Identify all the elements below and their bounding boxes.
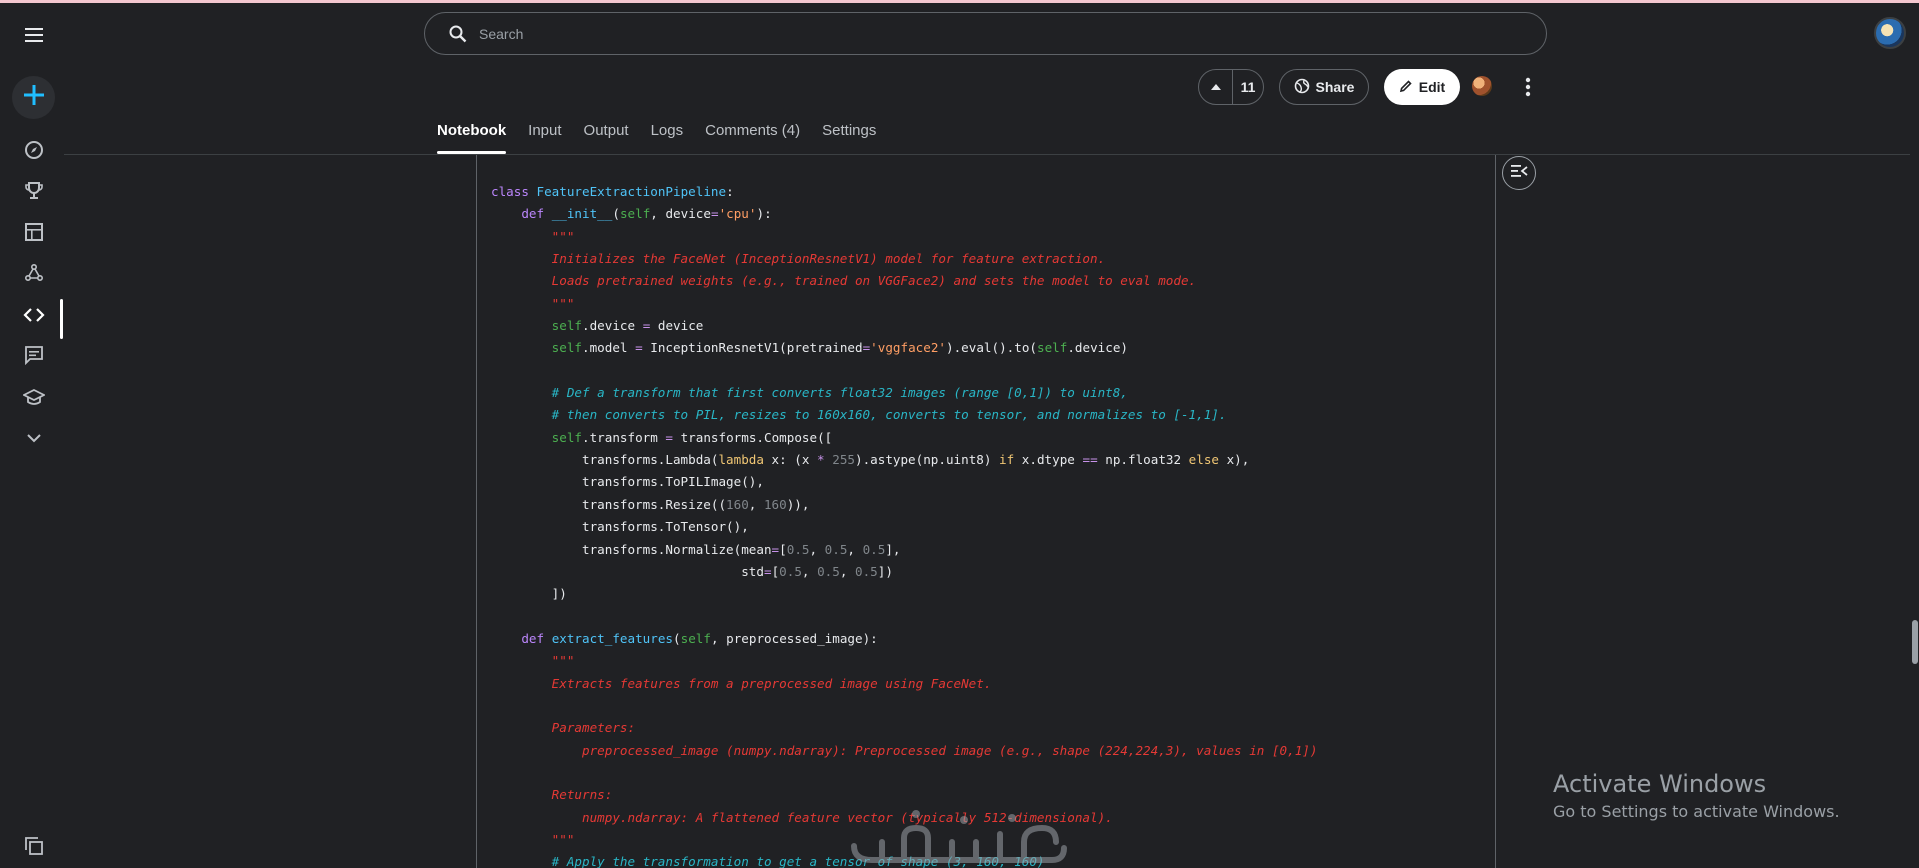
code-line: preprocessed_image (numpy.ndarray): Prep… xyxy=(491,742,1318,758)
code-line: self.transform = transforms.Compose([ xyxy=(551,429,833,445)
tab-notebook[interactable]: Notebook xyxy=(437,118,507,154)
vote-count: 11 xyxy=(1240,79,1256,95)
trophy-icon[interactable] xyxy=(18,175,50,207)
notebook-tabs: Notebook Input Output Logs Comments (4) … xyxy=(437,118,876,154)
compass-icon[interactable] xyxy=(18,134,50,166)
code-line: transforms.ToTensor(), xyxy=(491,519,749,535)
code-line: """ xyxy=(491,295,575,311)
code-line: transforms.ToPILImage(), xyxy=(491,474,764,490)
page-scrollbar[interactable] xyxy=(1912,620,1918,664)
code-line: # then converts to PIL, resizes to 160x1… xyxy=(491,407,1227,423)
code-line: self.model = InceptionResnetV1(pretraine… xyxy=(551,340,1129,356)
vote-button-group: 11 xyxy=(1198,69,1264,105)
activate-windows-title: Activate Windows xyxy=(1553,770,1767,798)
code-line: self.device = device xyxy=(551,318,704,334)
code-line: transforms.Lambda(lambda x: (x * 255).as… xyxy=(491,452,1250,468)
share-button[interactable]: Share xyxy=(1279,69,1369,105)
site-logo-watermark xyxy=(851,810,1067,863)
menu-icon[interactable] xyxy=(18,19,50,51)
create-button[interactable] xyxy=(12,76,55,119)
plus-icon xyxy=(22,83,46,112)
globe-icon xyxy=(1294,78,1310,97)
code-line: ]) xyxy=(491,586,567,602)
user-avatar[interactable] xyxy=(1874,17,1906,49)
top-accent-line xyxy=(0,0,1919,3)
edit-button[interactable]: Edit xyxy=(1384,69,1460,105)
active-nav-indicator xyxy=(60,299,63,339)
search-input[interactable] xyxy=(477,24,1481,43)
graduation-cap-icon[interactable] xyxy=(18,381,50,413)
chevron-down-icon[interactable] xyxy=(18,422,50,454)
code-line: std=[0.5, 0.5, 0.5]) xyxy=(491,563,893,579)
edit-label: Edit xyxy=(1418,79,1446,95)
tab-settings[interactable]: Settings xyxy=(822,118,876,154)
caret-up-icon xyxy=(1210,78,1222,96)
more-options-icon[interactable] xyxy=(1517,72,1539,102)
pencil-icon xyxy=(1399,79,1413,96)
code-line: Extracts features from a preprocessed im… xyxy=(491,675,992,691)
collaborator-avatar[interactable] xyxy=(1472,76,1492,96)
toc-collapse-icon xyxy=(1510,164,1528,183)
activate-windows-watermark: Activate Windows Go to Settings to activ… xyxy=(1553,770,1840,821)
activate-windows-subtitle: Go to Settings to activate Windows. xyxy=(1553,802,1840,821)
search-bar[interactable] xyxy=(424,12,1547,55)
table-of-contents-button[interactable] xyxy=(1502,156,1536,190)
copy-stack-icon[interactable] xyxy=(18,830,50,862)
tab-comments[interactable]: Comments (4) xyxy=(705,118,800,154)
code-line: transforms.Normalize(mean=[0.5, 0.5, 0.5… xyxy=(491,541,901,557)
code-line: """ xyxy=(491,228,575,244)
tab-input[interactable]: Input xyxy=(528,118,561,154)
code-line: transforms.Resize((160, 160)), xyxy=(491,496,810,512)
code-line: Parameters: xyxy=(491,720,636,736)
code-brackets-icon[interactable] xyxy=(18,299,50,331)
code-cell[interactable]: class FeatureExtractionPipeline: def __i… xyxy=(476,155,1496,868)
code-line: def extract_features(self, preprocessed_… xyxy=(521,630,878,646)
search-icon xyxy=(447,23,469,45)
tab-output[interactable]: Output xyxy=(584,118,629,154)
comment-icon[interactable] xyxy=(18,339,50,371)
network-icon[interactable] xyxy=(18,257,50,289)
share-label: Share xyxy=(1315,79,1355,95)
code-line: """ xyxy=(491,653,575,669)
code-line: Initializes the FaceNet (InceptionResnet… xyxy=(491,251,1106,267)
code-block: class FeatureExtractionPipeline: def __i… xyxy=(491,181,1317,868)
table-icon[interactable] xyxy=(18,216,50,248)
code-line: # Def a transform that first converts fl… xyxy=(491,385,1128,401)
left-nav-rail xyxy=(0,3,64,868)
code-line: Loads pretrained weights (e.g., trained … xyxy=(491,273,1197,289)
code-line: class FeatureExtractionPipeline: xyxy=(491,184,734,199)
code-line: def __init__(self, device='cpu'): xyxy=(521,206,772,222)
tab-logs[interactable]: Logs xyxy=(651,118,684,154)
upvote-button[interactable] xyxy=(1199,70,1233,104)
